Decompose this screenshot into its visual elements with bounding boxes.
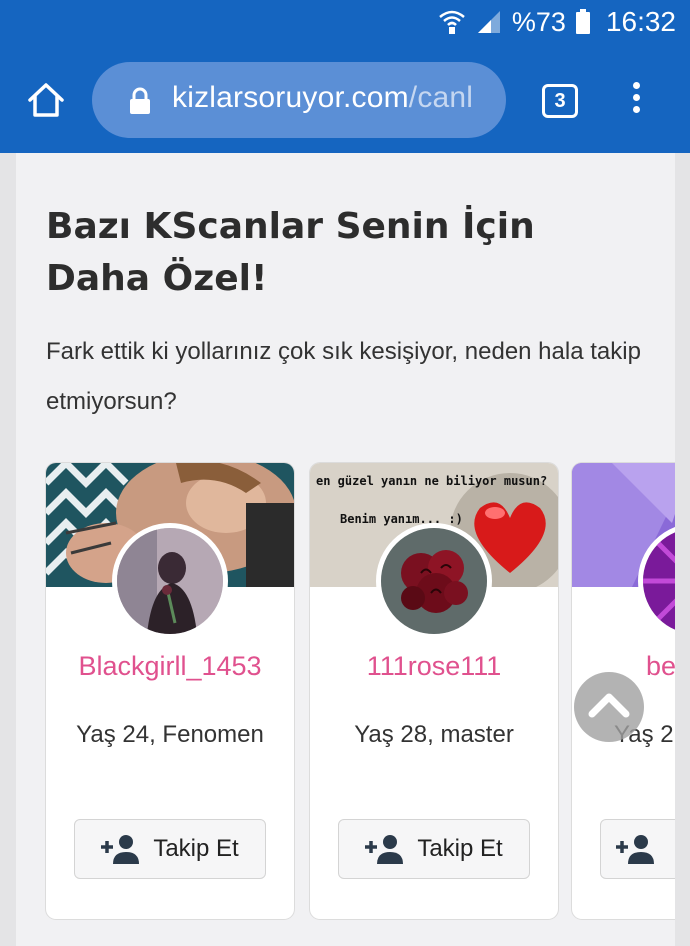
user-card[interactable]: en güzel yanın ne biliyor musun? Benim y… — [310, 463, 558, 919]
username-link[interactable]: 111rose111 — [310, 651, 558, 682]
url-host: kizlarsoruyor.com — [172, 81, 409, 114]
wifi-icon — [439, 10, 465, 34]
suggestions-panel: Bazı KScanlar Senin İçin Daha Özel! Fark… — [16, 153, 675, 946]
tabs-icon[interactable]: 3 — [542, 84, 578, 118]
battery-icon — [575, 9, 590, 34]
status-time: 16:32 — [605, 6, 676, 37]
browser-toolbar: kizlarsoruyor.com/canl 3 — [0, 58, 690, 140]
username-link[interactable]: ber — [646, 651, 675, 682]
section-subtitle: Fark ettik ki yollarınız çok sık kesişiy… — [46, 338, 641, 415]
user-meta: Yaş 28, master — [354, 721, 514, 748]
avatar[interactable] — [112, 523, 228, 639]
cover-caption-1: en güzel yanın ne biliyor musun? — [316, 474, 547, 488]
status-icons: %73 16:32 — [438, 6, 676, 38]
scroll-to-top-button[interactable] — [574, 672, 644, 742]
follow-button[interactable] — [600, 819, 675, 879]
user-meta: Yaş 24, Fenomen — [76, 721, 264, 748]
add-user-icon — [365, 835, 404, 864]
lock-icon — [130, 87, 150, 114]
url-path: /canl — [408, 81, 474, 114]
username-link[interactable]: Blackgirll_1453 — [46, 651, 294, 682]
signal-icon — [477, 11, 500, 33]
section-title: Bazı KScanlar Senin İçin Daha Özel! — [46, 206, 535, 299]
url-text: kizlarsoruyor.com/canl — [172, 81, 473, 115]
browser-chrome: %73 16:32 kizlarsoruyor.com/canl 3 — [0, 0, 690, 153]
home-icon[interactable] — [24, 78, 68, 122]
user-card[interactable]: Blackgirll_1453 Yaş 24, Fenomen Takip Et — [46, 463, 294, 919]
follow-button[interactable]: Takip Et — [74, 819, 266, 879]
follow-button[interactable]: Takip Et — [338, 819, 530, 879]
avatar[interactable] — [376, 523, 492, 639]
battery-percent: %73 — [511, 6, 566, 37]
add-user-icon — [101, 835, 140, 864]
add-user-icon — [616, 835, 654, 864]
status-bar: %73 16:32 — [0, 0, 690, 46]
overflow-menu-icon[interactable] — [626, 82, 646, 118]
chevron-up-icon — [588, 693, 630, 718]
address-bar[interactable]: kizlarsoruyor.com/canl — [92, 62, 506, 138]
follow-label: Takip Et — [417, 835, 503, 862]
follow-label: Takip Et — [153, 835, 239, 862]
